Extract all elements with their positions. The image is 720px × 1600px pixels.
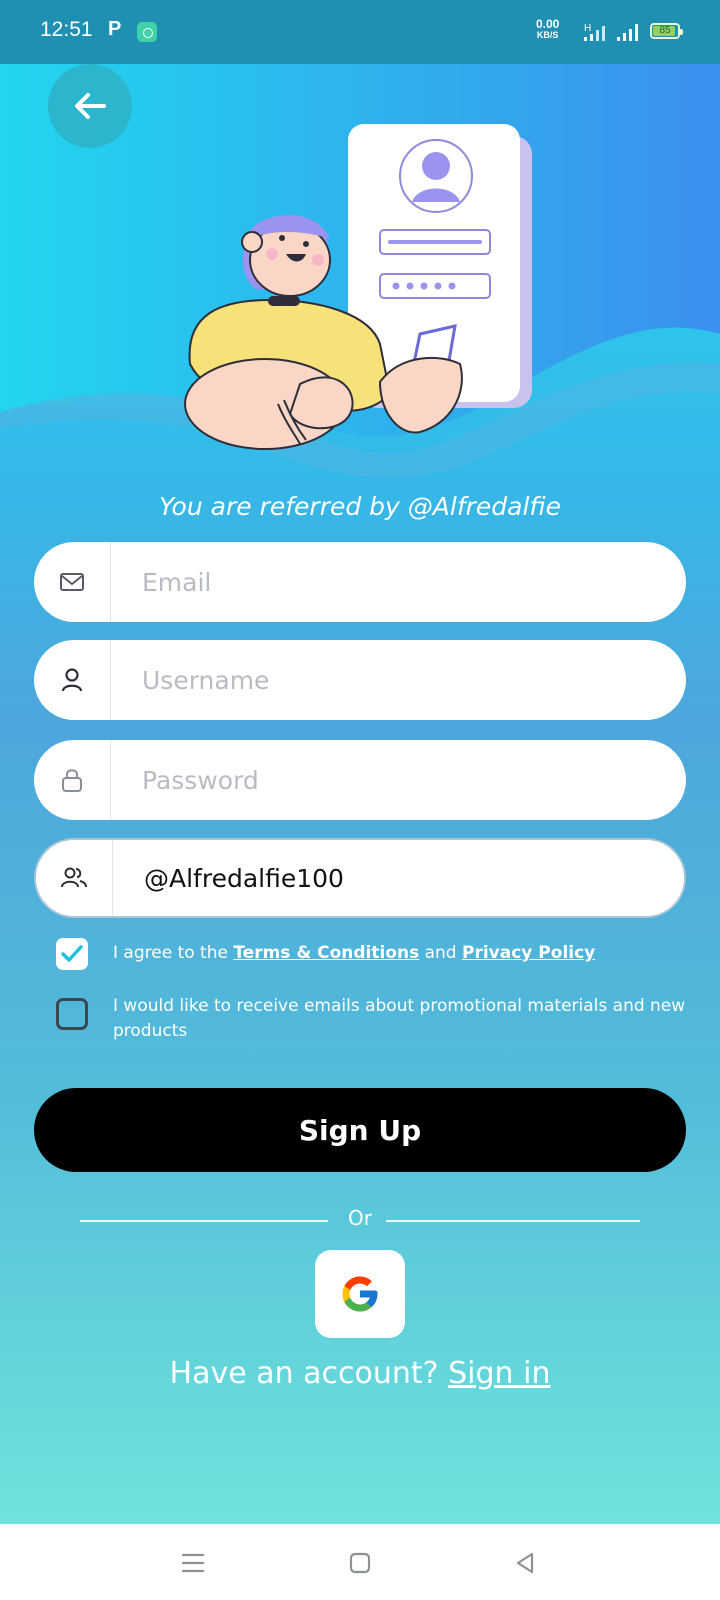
chat-notification-icon — [137, 22, 157, 42]
network-type-label: H — [584, 23, 591, 34]
signal-strength-icon — [617, 24, 638, 41]
email-input[interactable] — [111, 541, 686, 623]
promo-emails-text: I would like to receive emails about pro… — [113, 996, 686, 1041]
network-speed: 0.00 KB/S — [536, 17, 560, 41]
system-nav-bar — [0, 1524, 720, 1600]
email-field[interactable] — [34, 541, 686, 623]
back-button[interactable] — [48, 64, 132, 148]
battery-icon: 85 — [650, 23, 683, 39]
menu-icon — [181, 1553, 205, 1573]
referral-icon-cell — [36, 840, 113, 916]
have-account-text: Have an account? — [169, 1356, 449, 1391]
username-input[interactable] — [111, 639, 686, 721]
terms-link[interactable]: Terms & Conditions — [233, 943, 419, 963]
status-bar: 12:51 P 0.00 KB/S H 85 — [0, 0, 720, 64]
divider-right — [386, 1220, 640, 1222]
app-notification-icon: P — [108, 18, 122, 40]
privacy-link[interactable]: Privacy Policy — [462, 943, 595, 963]
terms-and: and — [419, 943, 462, 963]
signal-h-icon: H — [584, 23, 605, 41]
terms-checkbox[interactable] — [56, 938, 88, 970]
check-icon — [61, 945, 83, 962]
referral-message: You are referred by @Alfredalfie — [159, 492, 561, 521]
battery-level: 85 — [659, 25, 671, 36]
referral-code-input[interactable] — [113, 839, 684, 917]
username-field[interactable] — [34, 639, 686, 721]
back-triangle-icon — [516, 1552, 534, 1574]
lock-icon — [62, 769, 82, 792]
divider-label: Or — [348, 1206, 372, 1230]
username-icon-cell — [34, 640, 111, 720]
back-arrow-icon — [75, 93, 106, 119]
terms-prefix: I agree to the — [113, 943, 234, 963]
signup-screen: You are referred by @Alfredalfie Email U… — [0, 64, 720, 1524]
status-time: 12:51 — [40, 18, 93, 41]
promo-emails-checkbox[interactable] — [56, 998, 88, 1030]
sign-up-button[interactable]: Sign Up — [34, 1088, 686, 1172]
google-icon — [342, 1276, 378, 1312]
email-icon-cell — [34, 542, 111, 622]
sign-in-link[interactable]: Sign in — [448, 1356, 550, 1391]
have-account-row: Have an account? Sign in — [0, 1356, 720, 1391]
network-speed-value: 0.00 — [536, 17, 560, 31]
users-icon — [61, 867, 87, 888]
home-button[interactable] — [343, 1546, 377, 1580]
home-square-icon — [349, 1552, 371, 1574]
password-field[interactable] — [34, 739, 686, 821]
network-speed-unit: KB/S — [536, 30, 559, 40]
referral-code-field[interactable] — [34, 838, 686, 918]
mail-icon — [60, 573, 84, 591]
menu-button[interactable] — [176, 1546, 210, 1580]
back-nav-button[interactable] — [508, 1546, 542, 1580]
password-icon-cell — [34, 740, 111, 820]
user-icon — [61, 668, 83, 692]
terms-text: I agree to the Terms & Conditions and Pr… — [113, 941, 693, 966]
password-input[interactable] — [111, 739, 686, 821]
google-signin-button[interactable] — [315, 1250, 405, 1338]
